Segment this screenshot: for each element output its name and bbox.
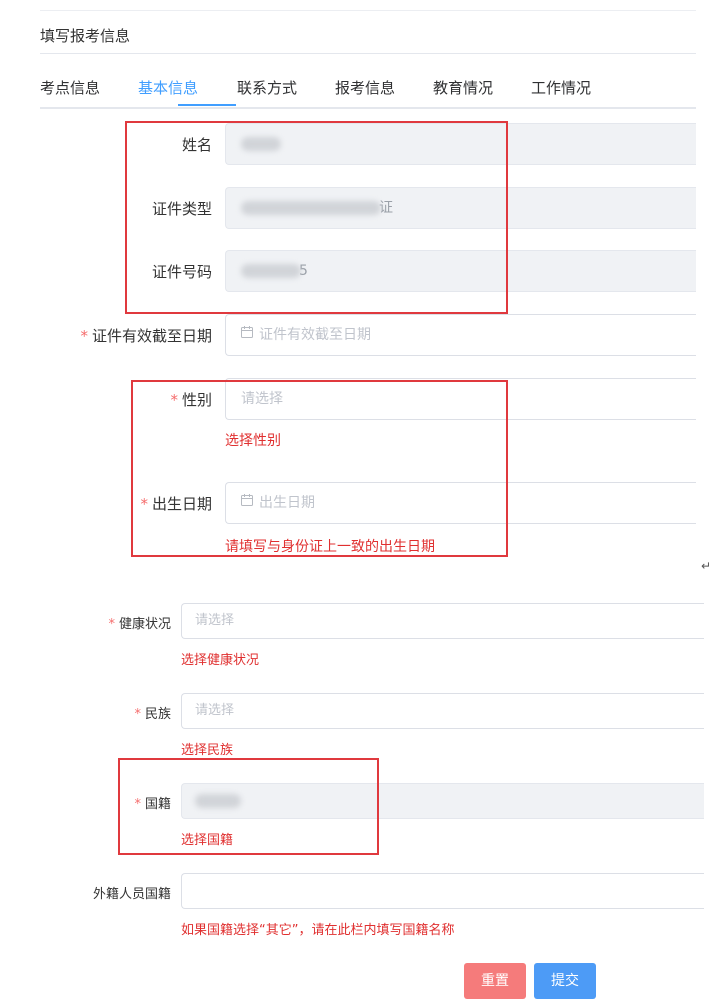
foreign-nationality-hint: 如果国籍选择“其它”，请在此栏内填写国籍名称 — [181, 923, 455, 938]
tab-work[interactable]: 工作情况 — [531, 77, 591, 98]
return-mark: ↵ — [701, 559, 712, 573]
tab-contact[interactable]: 联系方式 — [237, 77, 297, 98]
required-mark: * — [80, 327, 88, 345]
title-divider — [40, 53, 696, 54]
birth-date-error: 请填写与身份证上一致的出生日期 — [225, 539, 435, 555]
nationality-error: 选择国籍 — [181, 833, 234, 848]
calendar-icon — [241, 483, 253, 522]
tab-bar: 考点信息 基本信息 联系方式 报考信息 教育情况 工作情况 — [40, 72, 696, 109]
id-type-field[interactable]: 证 — [225, 187, 696, 229]
calendar-icon — [241, 315, 253, 354]
gender-select[interactable]: 请选择 — [225, 378, 696, 420]
page-title: 填写报考信息 — [40, 27, 131, 45]
birth-date-picker[interactable]: 出生日期 — [225, 482, 696, 524]
name-field[interactable] — [225, 123, 696, 165]
health-select[interactable]: 请选择 — [181, 603, 704, 639]
top-divider — [40, 10, 696, 11]
nationality-label: * 国籍 — [134, 797, 171, 812]
id-number-field[interactable]: 5 — [225, 250, 696, 292]
redacted-value — [195, 793, 241, 808]
tab-basic-info[interactable]: 基本信息 — [138, 77, 198, 98]
nationality-select[interactable] — [181, 783, 704, 819]
gender-label: * 性别 — [170, 391, 212, 409]
ethnicity-label: * 民族 — [134, 707, 171, 722]
expiry-label: * 证件有效截至日期 — [80, 327, 212, 345]
required-mark: * — [140, 495, 148, 513]
required-mark: * — [170, 391, 178, 409]
id-type-label: 证件类型 — [151, 200, 212, 218]
required-mark: * — [134, 797, 141, 812]
gender-placeholder: 请选择 — [241, 391, 283, 407]
submit-button[interactable]: 提交 — [534, 963, 596, 999]
tab-exam-site-info[interactable]: 考点信息 — [40, 77, 100, 98]
health-error: 选择健康状况 — [181, 653, 260, 668]
expiry-date-picker[interactable]: 证件有效截至日期 — [225, 314, 696, 356]
active-tab-indicator — [178, 104, 236, 106]
redacted-value — [241, 201, 381, 215]
ethnicity-error: 选择民族 — [181, 743, 234, 758]
birth-date-label: * 出生日期 — [140, 495, 212, 513]
ethnicity-select[interactable]: 请选择 — [181, 693, 704, 729]
redacted-value — [241, 137, 281, 151]
required-mark: * — [134, 707, 141, 722]
id-number-label: 证件号码 — [151, 263, 212, 281]
health-label: * 健康状况 — [108, 617, 171, 632]
redacted-value — [241, 264, 301, 278]
tab-application-info[interactable]: 报考信息 — [335, 77, 395, 98]
ethnicity-placeholder: 请选择 — [195, 703, 235, 718]
tab-education[interactable]: 教育情况 — [433, 77, 493, 98]
name-label: 姓名 — [181, 136, 212, 154]
expiry-placeholder: 证件有效截至日期 — [259, 327, 371, 343]
foreign-nationality-input[interactable] — [181, 873, 704, 909]
health-placeholder: 请选择 — [195, 613, 235, 628]
gender-error: 选择性别 — [225, 433, 281, 449]
birth-date-placeholder: 出生日期 — [259, 495, 315, 511]
foreign-nationality-label: 外籍人员国籍 — [92, 887, 171, 902]
id-type-value-tail: 证 — [379, 200, 393, 216]
reset-button[interactable]: 重置 — [464, 963, 526, 999]
required-mark: * — [108, 617, 115, 632]
